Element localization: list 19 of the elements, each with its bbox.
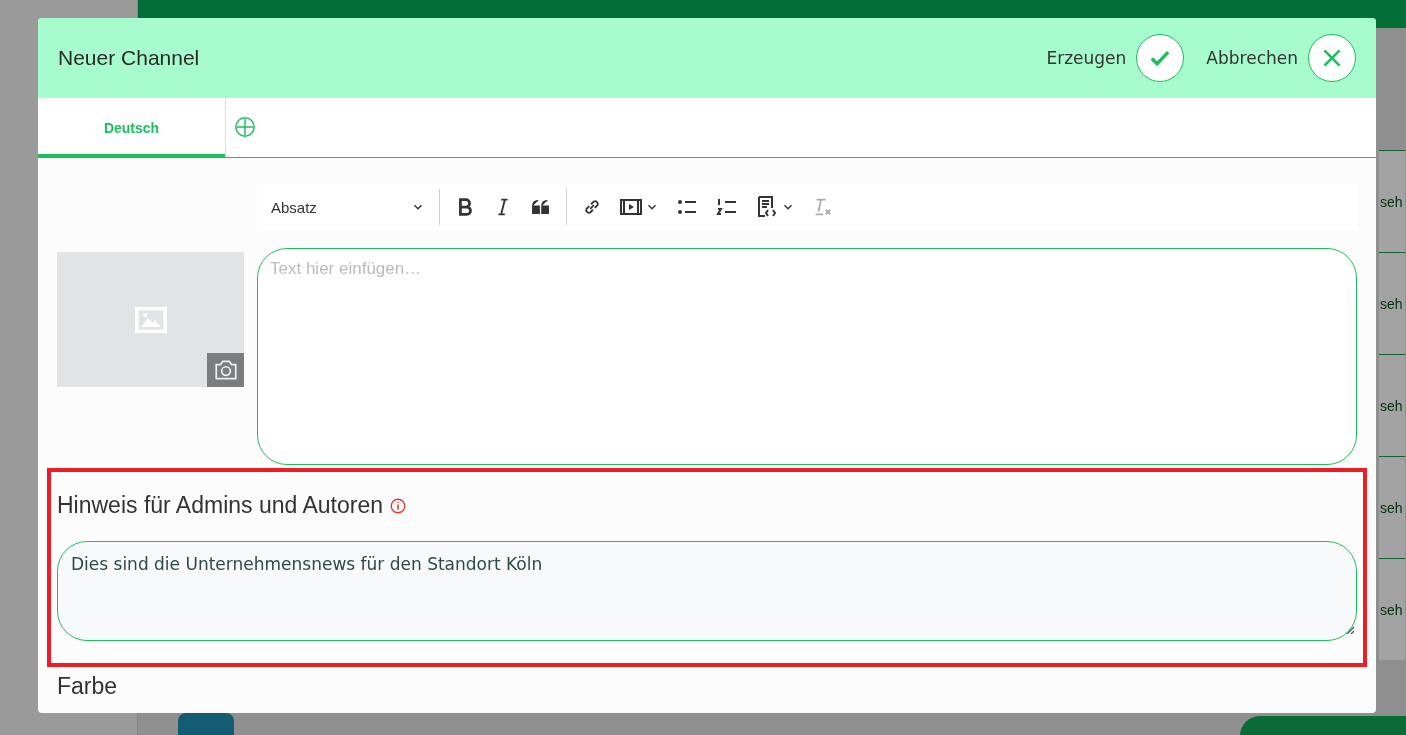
- cancel-button[interactable]: Abbrechen: [1206, 34, 1356, 82]
- dialog-title: Neuer Channel: [58, 46, 201, 70]
- link-text[interactable]: seh: [1379, 295, 1405, 312]
- link-text[interactable]: seh: [1379, 499, 1405, 516]
- info-icon: [389, 496, 407, 515]
- code-document-icon: [755, 195, 779, 219]
- section-heading: Farbe: [57, 673, 119, 700]
- link-text[interactable]: seh: [1379, 193, 1405, 210]
- link-text[interactable]: seh: [1379, 601, 1405, 618]
- field-label: Hinweis für Admins und Autoren: [57, 492, 383, 519]
- image-placeholder[interactable]: [57, 252, 244, 387]
- create-button[interactable]: Erzeugen: [1046, 34, 1185, 82]
- note-field[interactable]: Dies sind die Unternehmensnews für den Standort Köln: [57, 541, 1357, 641]
- add-icon: [234, 116, 256, 138]
- resize-grip-icon: [1344, 624, 1354, 634]
- link-text[interactable]: seh: [1379, 397, 1405, 414]
- camera-icon: [212, 357, 239, 383]
- camera-button[interactable]: [207, 353, 244, 387]
- paragraph-dropdown[interactable]: Absatz: [263, 189, 433, 225]
